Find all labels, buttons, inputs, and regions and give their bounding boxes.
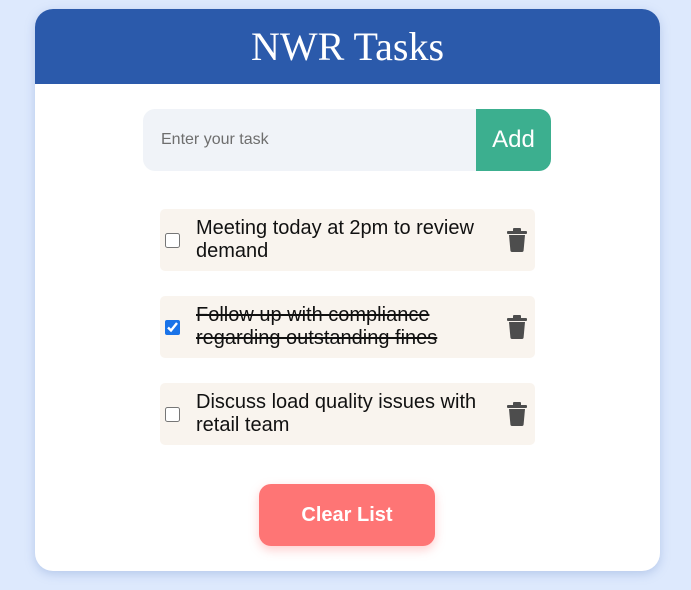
page-title: NWR Tasks bbox=[250, 23, 445, 69]
task-input[interactable] bbox=[143, 109, 476, 171]
task-text: Meeting today at 2pm to review demand bbox=[196, 217, 474, 262]
task-input-row: Add bbox=[143, 109, 551, 171]
task-text: Follow up with compliance regarding outs… bbox=[196, 304, 438, 349]
trash-icon[interactable] bbox=[505, 226, 529, 254]
task-list: Meeting today at 2pm to review demand Fo… bbox=[160, 209, 535, 470]
task-item: Follow up with compliance regarding outs… bbox=[160, 296, 535, 358]
add-button[interactable]: Add bbox=[476, 109, 551, 171]
trash-icon[interactable] bbox=[505, 400, 529, 428]
task-checkbox[interactable] bbox=[165, 406, 180, 422]
task-checkbox[interactable] bbox=[165, 319, 180, 335]
task-item: Discuss load quality issues with retail … bbox=[160, 383, 535, 445]
task-card: NWR Tasks Add Meeting today at 2pm to re… bbox=[35, 9, 660, 571]
task-checkbox[interactable] bbox=[165, 232, 180, 248]
clear-list-button[interactable]: Clear List bbox=[259, 484, 435, 546]
trash-icon[interactable] bbox=[505, 313, 529, 341]
card-header: NWR Tasks bbox=[35, 9, 660, 84]
task-item: Meeting today at 2pm to review demand bbox=[160, 209, 535, 271]
task-text: Discuss load quality issues with retail … bbox=[196, 391, 477, 436]
